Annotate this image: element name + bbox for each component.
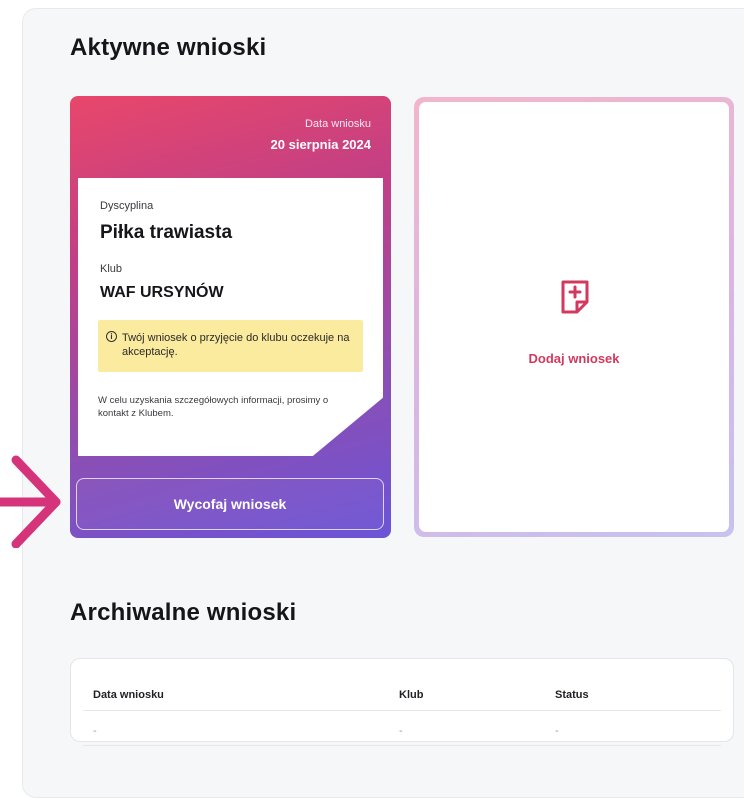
club-value: WAF URSYNÓW bbox=[100, 284, 224, 301]
contact-info-text: W celu uzyskania szczegółowych informacj… bbox=[98, 395, 329, 419]
add-request-label: Dodaj wniosek bbox=[528, 351, 620, 366]
request-details-sheet: Dyscyplina Piłka trawiasta Klub WAF URSY… bbox=[78, 178, 383, 456]
add-request-card-body: Dodaj wniosek bbox=[419, 102, 729, 532]
column-header-club: Klub bbox=[399, 689, 424, 701]
pointer-arrow-icon bbox=[0, 455, 61, 548]
info-icon: i bbox=[106, 331, 117, 342]
active-requests-title: Aktywne wnioski bbox=[70, 34, 267, 61]
pending-notice: i Twój wniosek o przyjęcie do klubu ocze… bbox=[98, 320, 363, 372]
add-request-card[interactable]: Dodaj wniosek bbox=[414, 97, 734, 537]
table-header-divider bbox=[83, 710, 721, 711]
column-header-status: Status bbox=[555, 689, 589, 701]
table-cell-status: - bbox=[555, 725, 559, 737]
withdraw-request-button[interactable]: Wycofaj wniosek bbox=[76, 478, 384, 530]
archived-requests-table: Data wniosku Klub Status - - - bbox=[70, 658, 734, 746]
active-request-card: Data wniosku 20 sierpnia 2024 Dyscyplina… bbox=[70, 96, 391, 538]
discipline-label: Dyscyplina bbox=[100, 200, 154, 212]
club-label: Klub bbox=[100, 263, 123, 275]
request-date-value: 20 sierpnia 2024 bbox=[270, 137, 371, 152]
pending-notice-text: Twój wniosek o przyjęcie do klubu oczeku… bbox=[122, 332, 350, 358]
archived-requests-title: Archiwalne wnioski bbox=[70, 599, 297, 626]
table-cell-date: - bbox=[93, 725, 97, 737]
add-document-icon bbox=[561, 280, 589, 314]
table-row-divider bbox=[83, 745, 721, 746]
request-date-label: Data wniosku bbox=[304, 118, 371, 130]
table-cell-club: - bbox=[399, 725, 403, 737]
discipline-value: Piłka trawiasta bbox=[100, 222, 233, 243]
column-header-date: Data wniosku bbox=[93, 689, 164, 701]
